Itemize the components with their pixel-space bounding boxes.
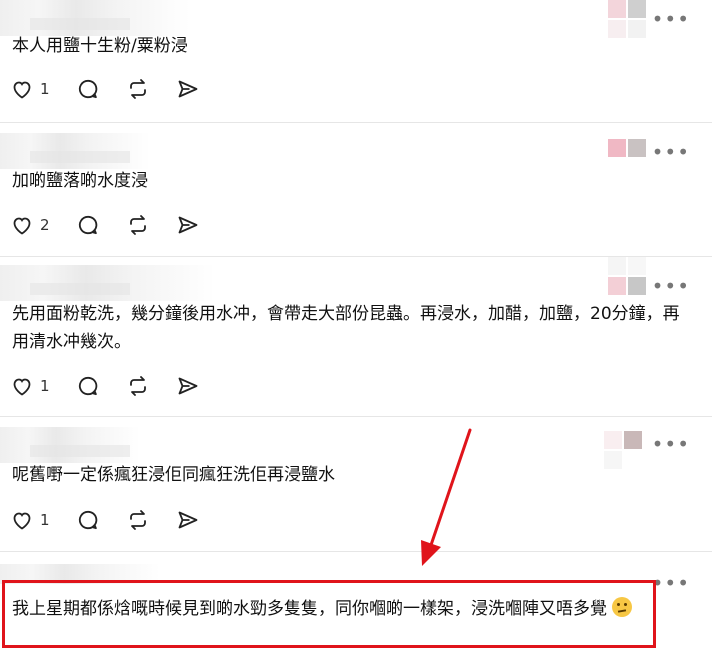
post-text: 呢舊嘢一定係瘋狂浸佢同瘋狂洗佢再浸鹽水	[12, 465, 335, 485]
more-icon[interactable]: •••	[652, 573, 690, 593]
more-icon[interactable]: •••	[652, 142, 690, 162]
heart-icon	[13, 217, 31, 235]
share-button[interactable]	[176, 77, 200, 101]
share-icon	[178, 80, 197, 98]
post-text: 本人用鹽十生粉/粟粉浸	[12, 36, 188, 56]
post-actions: 1	[10, 373, 226, 399]
post-4: ••• 呢舊嘢一定係瘋狂浸佢同瘋狂洗佢再浸鹽水 1	[0, 417, 712, 552]
share-button[interactable]	[176, 508, 200, 532]
repost-button[interactable]	[126, 374, 150, 398]
share-button[interactable]	[176, 374, 200, 398]
post-actions: 2	[10, 212, 226, 238]
avatar[interactable]	[608, 257, 650, 299]
author-name-blurred[interactable]	[0, 265, 215, 301]
post-actions: 1	[10, 76, 226, 102]
post-1: ••• 本人用鹽十生粉/粟粉浸 1	[0, 0, 712, 123]
share-icon	[178, 511, 197, 529]
author-name-blurred[interactable]	[0, 427, 140, 463]
comment-button[interactable]	[76, 213, 100, 237]
comment-icon	[78, 79, 97, 99]
highlight-box	[2, 580, 656, 648]
repost-button[interactable]	[126, 213, 150, 237]
heart-icon	[13, 512, 31, 530]
like-button[interactable]: 2	[10, 213, 50, 237]
repost-button[interactable]	[126, 508, 150, 532]
repost-icon	[129, 215, 146, 235]
like-button[interactable]: 1	[10, 508, 50, 532]
comment-button[interactable]	[76, 77, 100, 101]
like-button[interactable]: 1	[10, 77, 50, 101]
comment-icon	[78, 510, 97, 530]
comment-icon	[78, 215, 97, 235]
post-actions: 1	[10, 507, 226, 533]
comment-icon	[78, 376, 97, 396]
share-icon	[178, 377, 197, 395]
like-button[interactable]: 1	[10, 374, 50, 398]
more-icon[interactable]: •••	[652, 434, 690, 454]
heart-icon	[13, 378, 31, 396]
post-text: 先用面粉乾洗，幾分鐘後用水冲，會帶走大部份昆蟲。再浸水，加醋，加鹽，20分鐘，再…	[12, 304, 680, 352]
share-button[interactable]	[176, 213, 200, 237]
post-2: ••• 加啲鹽落啲水度浸 2	[0, 123, 712, 257]
share-icon	[178, 216, 197, 234]
repost-icon	[129, 376, 146, 396]
author-name-blurred[interactable]	[0, 0, 190, 36]
repost-button[interactable]	[126, 77, 150, 101]
like-count: 1	[40, 377, 50, 395]
post-text: 加啲鹽落啲水度浸	[12, 171, 148, 191]
comment-button[interactable]	[76, 374, 100, 398]
post-3: ••• 先用面粉乾洗，幾分鐘後用水冲，會帶走大部份昆蟲。再浸水，加醋，加鹽，20…	[0, 257, 712, 417]
like-count: 2	[40, 216, 50, 234]
like-count: 1	[40, 80, 50, 98]
repost-icon	[129, 79, 146, 99]
author-name-blurred[interactable]	[0, 133, 150, 169]
more-icon[interactable]: •••	[652, 276, 690, 296]
heart-icon	[13, 81, 31, 99]
comment-button[interactable]	[76, 508, 100, 532]
repost-icon	[129, 510, 146, 530]
more-icon[interactable]: •••	[652, 9, 690, 29]
like-count: 1	[40, 511, 50, 529]
